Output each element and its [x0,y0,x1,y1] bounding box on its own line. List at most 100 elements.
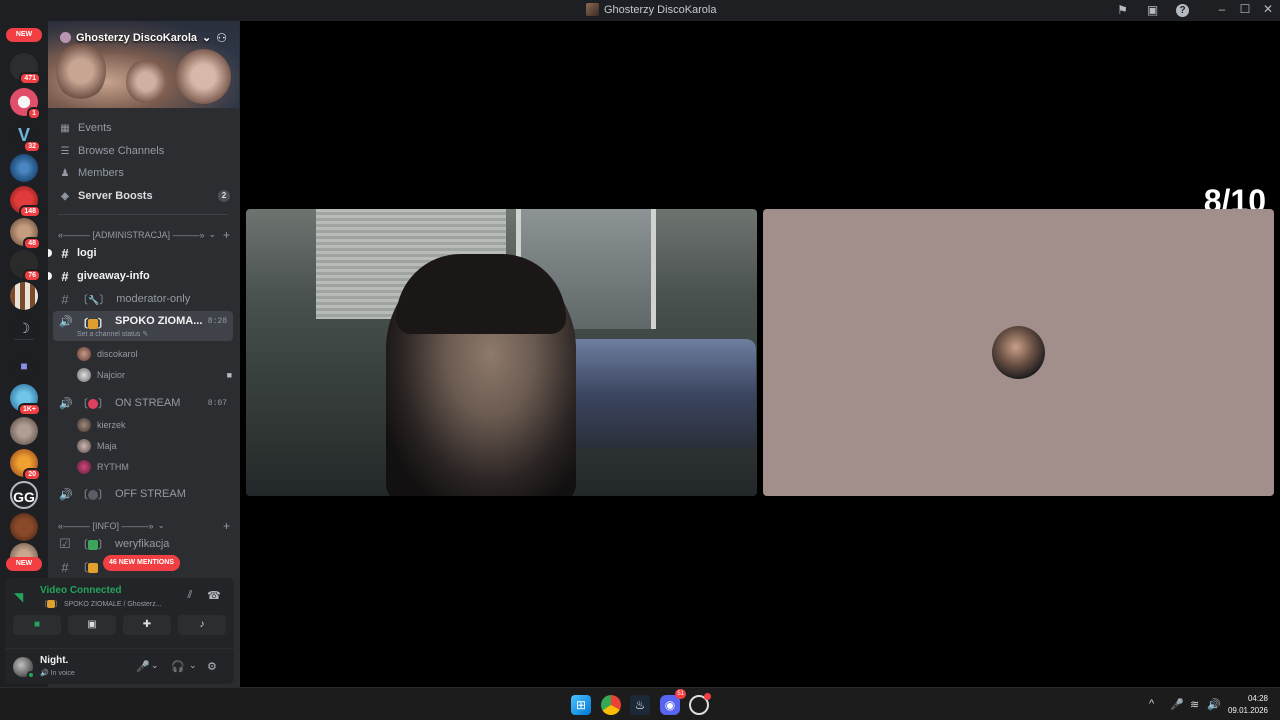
voice-user-name: kierzek [97,420,126,430]
voice-connected-title[interactable]: Video Connected [40,585,122,596]
online-status-indicator [27,671,35,679]
menu-browse-channels[interactable]: ☰ Browse Channels [60,142,230,160]
voice-subtitle-text: SPOKO ZIOMALE / Ghosterz... [63,601,162,608]
server-icon-4[interactable] [10,154,38,182]
voice-user[interactable]: RYTHM [77,458,232,476]
gear-icon[interactable]: ⚙ [207,660,217,673]
server-icon-11[interactable] [10,417,38,445]
voice-speaker-icon: 🔊 [59,488,73,501]
screen-share-icon[interactable]: ▣ [1145,3,1160,18]
menu-browse-label: Browse Channels [78,145,165,157]
server-icon-9[interactable]: ☽ [10,314,38,342]
channel-logi[interactable]: # logi [48,243,233,263]
check-icon [88,540,98,551]
chrome-icon[interactable] [601,695,621,715]
chevron-down-icon[interactable]: ⌄ [189,660,197,671]
menu-server-boosts[interactable]: ◈ Server Boosts 2 [60,187,230,205]
channel-spoko-ziomale[interactable]: 🔊 〔〕 SPOKO ZIOMA... 8:28 Set a channel s… [53,311,233,341]
channel-prefix: 〔〕 [77,539,109,551]
discord-icon[interactable]: ◉ 51 [660,689,686,715]
voice-user[interactable]: Maja [77,437,232,455]
channel-weryfikacja[interactable]: ☑ 〔〕 weryfikacja [53,534,233,554]
screen-share-button[interactable]: ▣ [68,615,116,635]
voice-user-name: Najcior [97,370,126,380]
disconnect-icon[interactable]: ☎ [206,589,222,605]
new-pill-top[interactable]: NEW [6,28,42,42]
wifi-icon[interactable]: ≋ [1190,698,1199,711]
voice-user[interactable]: Najcior ■ [77,366,232,384]
server-icon-6[interactable]: 48 [10,218,41,250]
soundboard-button[interactable]: ♪ [178,615,226,635]
video-tile-camera[interactable] [246,209,757,496]
menu-members[interactable]: ♟ Members [60,164,230,182]
category-label: «——— [ADMINISTRACJA] ———» [58,229,205,240]
camera-button[interactable]: ■ [13,615,61,635]
server-icon-13[interactable]: GG [10,481,38,509]
pencil-icon: ✎ [142,331,149,338]
avatar [77,418,91,432]
server-name-header[interactable]: Ghosterzy DiscoKarola ⌄ [60,31,211,44]
speaker-icon: 🔊 [40,670,49,677]
activities-button[interactable]: ✚ [123,615,171,635]
channel-prefix: 〔〕 [77,489,109,501]
category-info[interactable]: «——— [INFO] ———» ⌄ + [58,519,230,533]
volume-icon[interactable]: 🔊 [1207,698,1221,711]
voice-channel-subtitle[interactable]: 〔〕 SPOKO ZIOMALE / Ghosterz... [40,599,162,609]
calendar-icon: ▦ [60,122,70,134]
video-tile-avatar[interactable] [763,209,1274,496]
add-channel-icon[interactable]: + [223,519,230,533]
invite-people-icon[interactable]: ⚇ [216,31,227,45]
add-channel-icon[interactable]: + [223,228,230,242]
channel-prefix: 〔 [77,559,98,575]
server-icon-3[interactable]: V 32 [10,121,41,153]
chevron-up-icon[interactable]: ^ [1149,698,1154,710]
server-icon-1[interactable]: 471 [10,53,41,85]
new-mentions-pill[interactable]: 46 NEW MENTIONS [103,555,180,571]
inbox-flag-icon[interactable]: ⚑ [1115,3,1130,18]
app-icon[interactable] [689,693,711,715]
wrench-icon: 🔧 [88,295,100,305]
folder-icon[interactable]: ■ [10,352,38,380]
server-icon-14[interactable] [10,513,38,541]
channel-on-stream[interactable]: 🔊 〔〕 ON STREAM 8:07 [53,393,233,413]
hash-icon: # [61,268,69,284]
menu-events[interactable]: ▦ Events [60,119,230,137]
server-icon-10[interactable]: 1K+ [10,384,41,416]
divider [58,214,228,215]
headphones-icon[interactable]: 🎧 [171,660,185,673]
channel-prefix: 〔〕 [77,318,109,330]
voice-user[interactable]: discokarol [77,345,232,363]
category-label: «——— [INFO] ———» [58,520,154,531]
maximize-button[interactable]: ☐ [1233,2,1257,16]
clock[interactable]: 04:28 09.01.2026 [1228,693,1268,717]
server-icon-8[interactable] [10,282,38,310]
microphone-icon[interactable]: 🎤 [136,660,150,673]
help-icon[interactable]: ? [1176,4,1189,17]
noise-suppression-icon[interactable]: ⫽ [182,589,198,605]
channel-giveaway-info[interactable]: # giveaway-info [48,266,233,286]
channel-moderator-only[interactable]: # 〔🔧〕 moderator-only [53,289,233,309]
server-icon-7[interactable]: 76 [10,250,41,282]
notification-dot [704,693,711,700]
server-banner[interactable]: Ghosterzy DiscoKarola ⌄ ⚇ [48,21,239,108]
server-icon-2[interactable]: 1 [10,88,41,120]
voice-user[interactable]: kierzek [77,416,232,434]
red-dot-icon [88,399,98,410]
channel-off-stream[interactable]: 🔊 〔〕 OFF STREAM [53,484,233,504]
windows-start-icon[interactable]: ⊞ [571,695,591,715]
avatar [77,460,91,474]
set-channel-status[interactable]: Set a channel status ✎ [77,330,148,338]
server-icon-12[interactable]: 20 [10,449,41,481]
server-icon-5[interactable]: 148 [10,186,41,218]
username[interactable]: Night. [40,655,68,666]
close-button[interactable]: ✕ [1256,2,1280,16]
channel-name: moderator-only [116,293,191,305]
minimize-button[interactable]: – [1210,2,1234,16]
new-pill-bottom[interactable]: NEW [6,557,42,571]
avatar [992,326,1045,379]
microphone-tray-icon[interactable]: 🎤 [1170,698,1184,711]
category-administracja[interactable]: «——— [ADMINISTRACJA] ———» ⌄ + [58,228,230,242]
chevron-down-icon[interactable]: ⌄ [151,660,159,671]
steam-icon[interactable]: ♨ [630,695,650,715]
clock-date: 09.01.2026 [1227,706,1268,715]
